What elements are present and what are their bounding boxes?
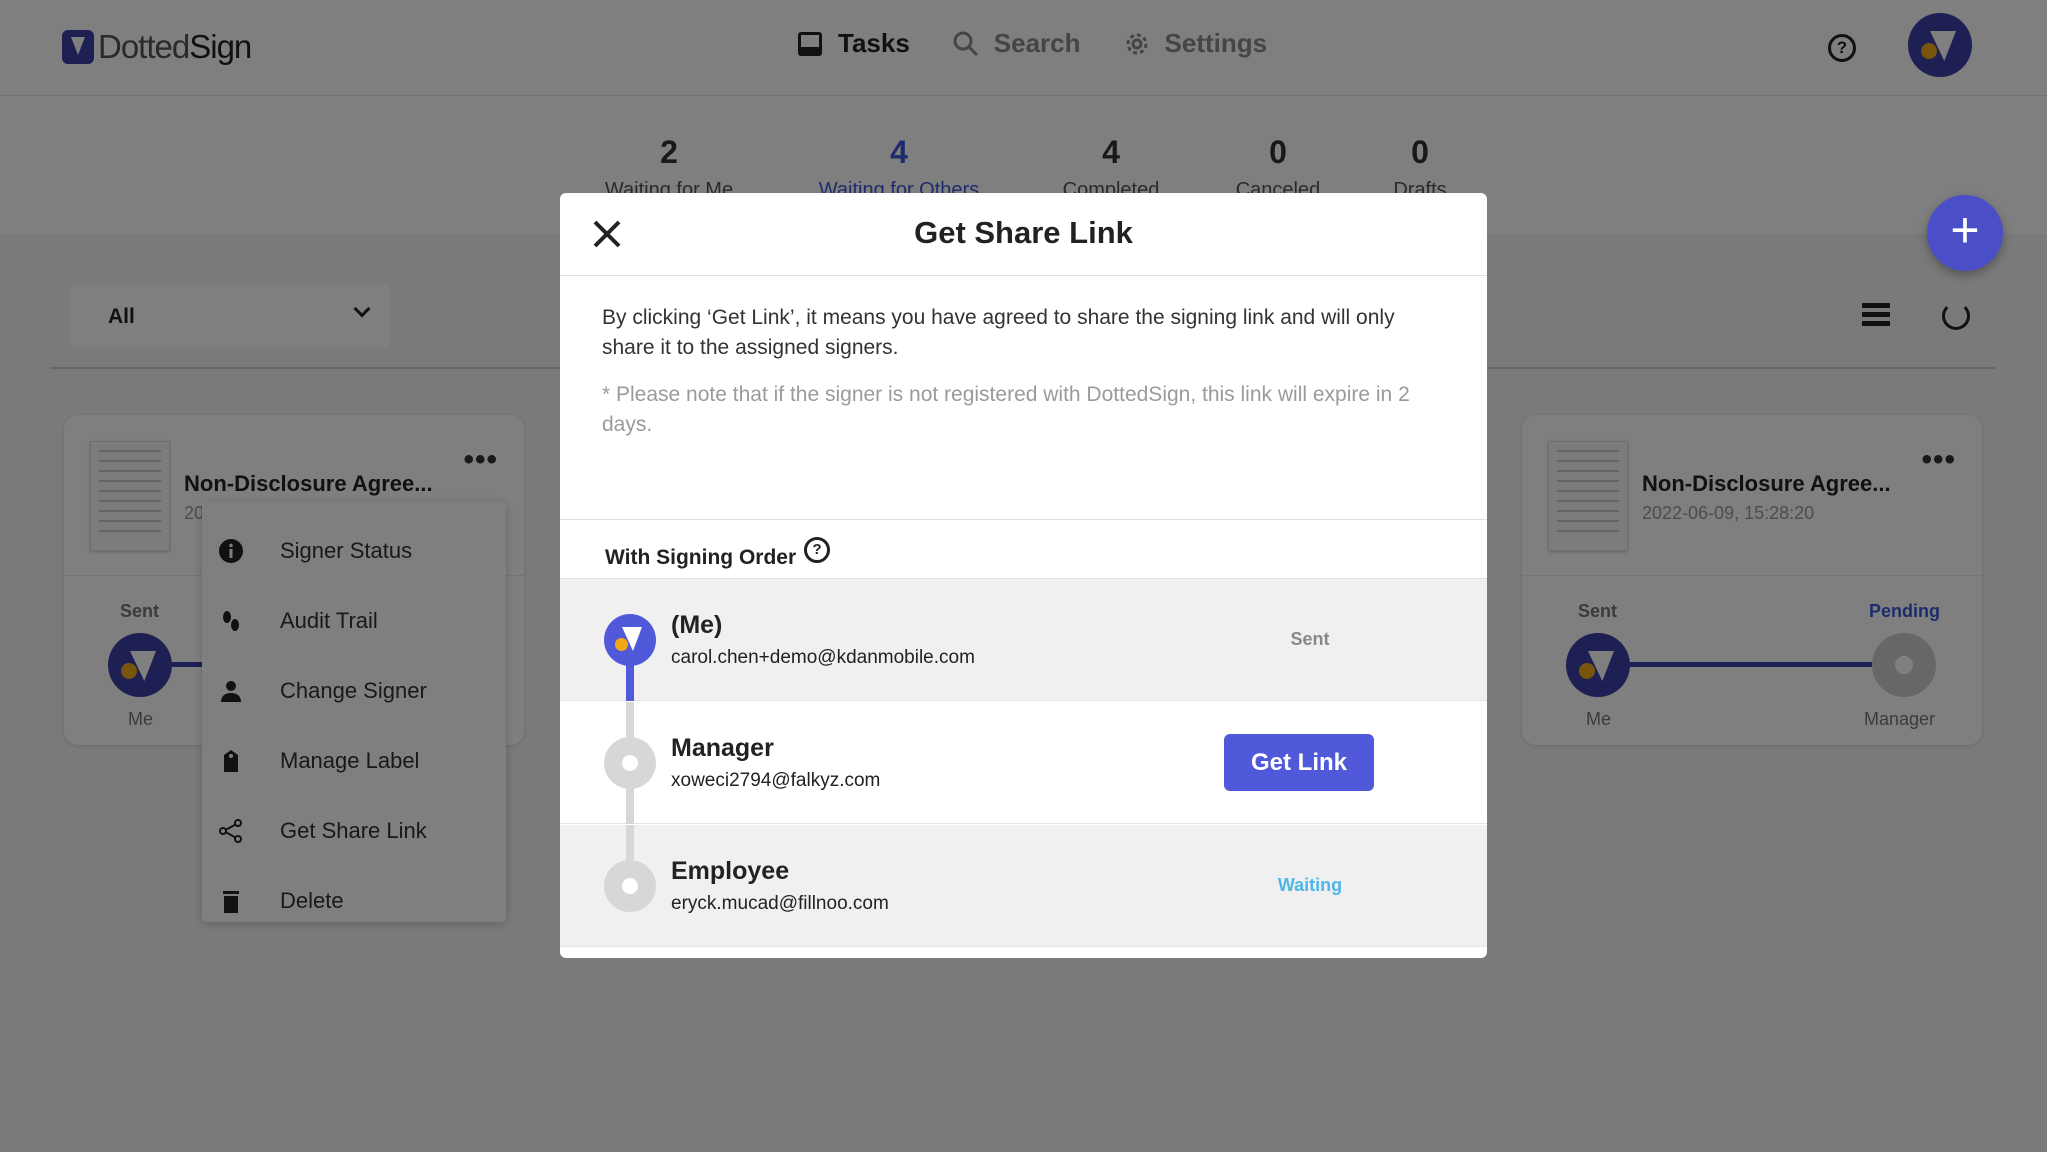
signer-email: eryck.mucad@fillnoo.com [671, 893, 889, 914]
add-task-button[interactable]: + [1927, 195, 2003, 271]
signing-order-heading: With Signing Order ? [560, 519, 1487, 579]
signer-name: (Me) [671, 611, 723, 639]
dialog-header: Get Share Link [560, 193, 1487, 276]
signer-email: carol.chen+demo@kdanmobile.com [671, 647, 975, 668]
signer-email: xoweci2794@falkyz.com [671, 770, 881, 791]
signer-avatar [604, 614, 656, 666]
signer-row-manager: Manager xoweci2794@falkyz.com Get Link [560, 702, 1487, 824]
signer-name: Manager [671, 734, 774, 762]
signer-row-me: (Me) carol.chen+demo@kdanmobile.com Sent [560, 579, 1487, 701]
signer-status-waiting: Waiting [1277, 875, 1343, 895]
dialog-title: Get Share Link [914, 215, 1133, 250]
signing-order-label: With Signing Order [605, 545, 797, 569]
dialog-description: By clicking ‘Get Link’, it means you hav… [602, 306, 1395, 359]
signer-avatar [604, 737, 656, 789]
signer-status-sent: Sent [1290, 629, 1330, 649]
dialog-note: * Please note that if the signer is not … [602, 383, 1410, 436]
signer-row-employee: Employee eryck.mucad@fillnoo.com Waiting [560, 825, 1487, 947]
get-link-button[interactable]: Get Link [1224, 734, 1374, 791]
get-share-link-dialog: Get Share Link By clicking ‘Get Link’, i… [560, 193, 1487, 958]
signer-avatar [604, 860, 656, 912]
signer-name: Employee [671, 857, 790, 885]
avatar-dot-icon [615, 638, 628, 651]
help-icon[interactable]: ? [804, 536, 831, 563]
